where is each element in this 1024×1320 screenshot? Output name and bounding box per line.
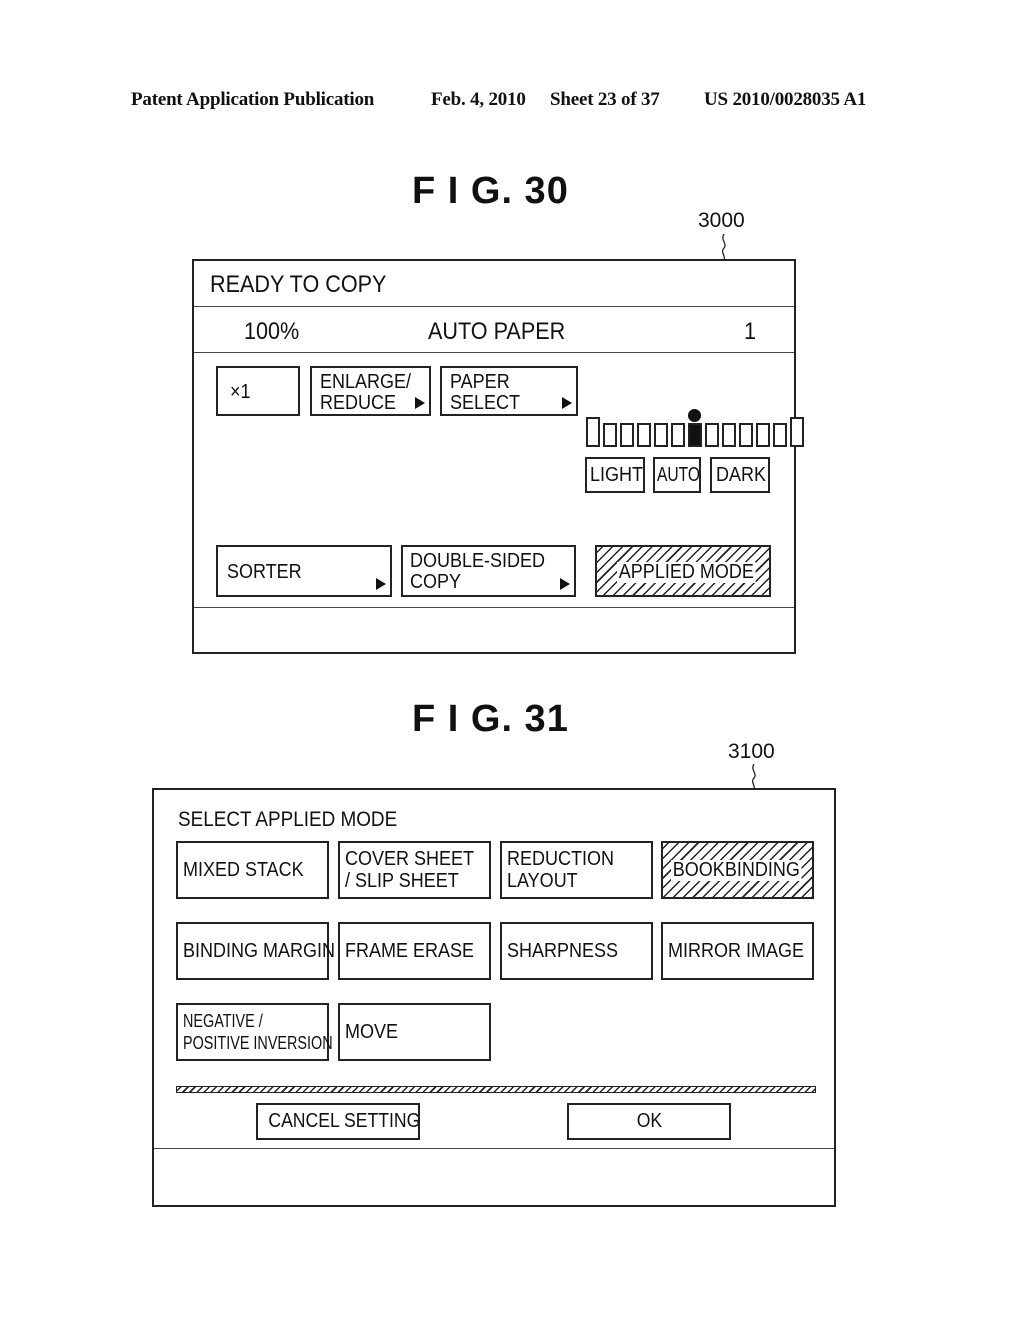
- arrow-right-icon: [415, 397, 425, 409]
- fig30-leader-line: [721, 234, 726, 260]
- publication-date: Feb. 4, 2010: [431, 89, 526, 110]
- arrow-right-icon: [376, 578, 386, 590]
- arrow-right-icon: [560, 578, 570, 590]
- paper-select-label-line2: SELECT: [450, 392, 521, 414]
- divider: [194, 607, 794, 608]
- mode-button-label: MIXED STACK: [183, 859, 304, 881]
- mode-button-negative[interactable]: NEGATIVE / POSITIVE INVERSION: [176, 1003, 333, 1061]
- copies-multiplier-label: ×1: [230, 381, 251, 403]
- applied-mode-button[interactable]: APPLIED MODE: [595, 545, 771, 597]
- density-cell[interactable]: [654, 423, 668, 447]
- density-cell[interactable]: [722, 423, 736, 447]
- density-cell[interactable]: [739, 423, 753, 447]
- mode-button-mixed-stack[interactable]: MIXED STACK: [176, 841, 329, 899]
- fig30-ref-number: 3000: [698, 209, 745, 232]
- sorter-label: SORTER: [227, 561, 302, 583]
- fig31-title: F I G. 31: [412, 698, 569, 740]
- mode-button-label: BINDING MARGIN: [183, 940, 336, 962]
- sorter-button[interactable]: SORTER: [216, 545, 392, 597]
- separator-bar: [176, 1086, 816, 1093]
- mode-button-label: / SLIP SHEET: [345, 870, 459, 892]
- magnification-value: 100%: [244, 318, 300, 345]
- cancel-setting-label: CANCEL SETTING: [268, 1110, 421, 1132]
- enlarge-reduce-label-line1: ENLARGE/: [320, 371, 412, 393]
- density-cell[interactable]: [756, 423, 770, 447]
- copies-multiplier-button[interactable]: ×1: [216, 366, 300, 416]
- enlarge-reduce-label-line2: REDUCE: [320, 392, 397, 414]
- density-cell[interactable]: [586, 417, 600, 447]
- cancel-setting-button[interactable]: CANCEL SETTING: [256, 1103, 420, 1140]
- divider: [194, 352, 794, 353]
- density-light-button[interactable]: LIGHT: [585, 457, 645, 493]
- mode-button-mirror-image[interactable]: MIRROR IMAGE: [661, 922, 814, 980]
- double-sided-label-line1: DOUBLE-SIDED: [410, 550, 546, 572]
- copies-value: 1: [744, 318, 757, 345]
- density-cell[interactable]: [705, 423, 719, 447]
- mode-button-frame-erase[interactable]: FRAME ERASE: [338, 922, 491, 980]
- status-text: READY TO COPY: [210, 271, 387, 298]
- fig31-ref-number: 3100: [728, 740, 775, 763]
- divider: [154, 1148, 834, 1149]
- fig30-title: F I G. 30: [412, 170, 569, 212]
- enlarge-reduce-button[interactable]: ENLARGE/ REDUCE: [310, 366, 431, 416]
- mode-button-label: COVER SHEET: [345, 848, 475, 870]
- paper-select-button[interactable]: PAPER SELECT: [440, 366, 578, 416]
- sheet-number: Sheet 23 of 37: [550, 89, 660, 110]
- mode-button-label: SHARPNESS: [507, 940, 619, 962]
- density-cell[interactable]: [603, 423, 617, 447]
- mode-button-bookbinding[interactable]: BOOKBINDING: [661, 841, 814, 899]
- mode-button-label: MIRROR IMAGE: [668, 940, 805, 962]
- publication-label: Patent Application Publication: [131, 89, 375, 110]
- mode-button-binding-margin[interactable]: BINDING MARGIN: [176, 922, 335, 980]
- mode-button-reduction[interactable]: REDUCTION LAYOUT: [500, 841, 653, 899]
- fig31-leader-line: [751, 764, 756, 790]
- applied-mode-heading: SELECT APPLIED MODE: [178, 808, 398, 831]
- mode-button-label: NEGATIVE /: [183, 1011, 263, 1031]
- mode-button-cover-sheet[interactable]: COVER SHEET / SLIP SHEET: [338, 841, 491, 899]
- ok-button[interactable]: OK: [567, 1103, 731, 1140]
- density-cell[interactable]: [637, 423, 651, 447]
- density-dark-button[interactable]: DARK: [710, 457, 770, 493]
- paper-select-label-line1: PAPER: [450, 371, 510, 393]
- ok-label: OK: [636, 1110, 662, 1132]
- density-cell[interactable]: [790, 417, 804, 447]
- mode-button-sharpness[interactable]: SHARPNESS: [500, 922, 653, 980]
- patent-number: US 2010/0028035 A1: [704, 89, 867, 110]
- applied-mode-label: APPLIED MODE: [617, 561, 756, 583]
- mode-button-label: MOVE: [345, 1021, 399, 1043]
- arrow-right-icon: [562, 397, 572, 409]
- density-cell[interactable]: [773, 423, 787, 447]
- copy-screen-panel: READY TO COPY 100% AUTO PAPER 1 ×1 ENLAR…: [192, 259, 804, 654]
- mode-button-label: LAYOUT: [507, 870, 578, 892]
- mode-button-label: REDUCTION: [507, 848, 615, 870]
- mode-button-label: BOOKBINDING: [671, 859, 802, 881]
- mode-button-label: POSITIVE INVERSION: [183, 1033, 333, 1053]
- density-scale[interactable]: [586, 417, 804, 447]
- density-auto-button[interactable]: AUTO: [653, 457, 701, 493]
- double-sided-label-line2: COPY: [410, 571, 462, 593]
- divider: [194, 306, 794, 307]
- paper-value: AUTO PAPER: [428, 318, 566, 345]
- density-cell[interactable]: [671, 423, 685, 447]
- double-sided-copy-button[interactable]: DOUBLE-SIDED COPY: [401, 545, 576, 597]
- density-cell[interactable]: [620, 423, 634, 447]
- applied-mode-panel: SELECT APPLIED MODE MIXED STACK COVER SHE…: [152, 788, 836, 1207]
- density-auto-label: AUTO: [657, 464, 701, 486]
- mode-button-label: FRAME ERASE: [345, 940, 475, 962]
- density-cell-selected[interactable]: [688, 423, 702, 447]
- mode-button-move[interactable]: MOVE: [338, 1003, 491, 1061]
- density-dark-label: DARK: [716, 464, 767, 486]
- density-light-label: LIGHT: [590, 464, 644, 486]
